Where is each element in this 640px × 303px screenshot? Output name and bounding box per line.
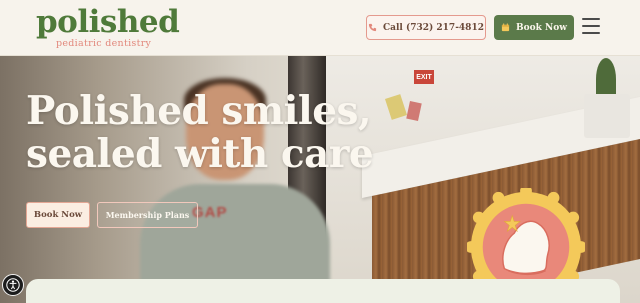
- logo-tagline: pediatric dentistry: [56, 38, 152, 49]
- hero-title-line-2: sealed with care: [26, 131, 374, 177]
- logo-wordmark: polished: [36, 4, 180, 40]
- hero-title: Polished smiles, sealed with care: [26, 90, 406, 176]
- accessibility-button[interactable]: [2, 274, 24, 296]
- site-logo[interactable]: polished pediatric dentistry: [36, 4, 180, 50]
- exit-sign: EXIT: [414, 70, 434, 84]
- hero-section: EXIT GAP Polished smiles, sealed with ca…: [0, 56, 640, 303]
- accessibility-icon: [6, 278, 20, 292]
- book-now-header-label: Book Now: [516, 22, 567, 33]
- membership-plans-label: Membership Plans: [105, 210, 190, 220]
- call-button-label: Call (732) 217-4812: [383, 22, 484, 33]
- book-now-hero-label: Book Now: [33, 210, 83, 220]
- hamburger-menu-icon[interactable]: [582, 18, 600, 34]
- menu-line: [582, 32, 600, 34]
- calendar-icon: [501, 23, 510, 32]
- content-card-preview: [26, 279, 620, 303]
- phone-icon: [368, 23, 377, 32]
- membership-plans-button[interactable]: Membership Plans: [97, 202, 198, 228]
- plant-pot: [584, 94, 630, 138]
- site-header: polished pediatric dentistry Call (732) …: [0, 0, 640, 56]
- menu-line: [582, 25, 600, 27]
- book-now-header-button[interactable]: Book Now: [494, 15, 574, 40]
- book-now-hero-button[interactable]: Book Now: [26, 202, 90, 228]
- hero-title-line-1: Polished smiles,: [26, 88, 372, 134]
- menu-line: [582, 18, 600, 20]
- call-button[interactable]: Call (732) 217-4812: [366, 15, 486, 40]
